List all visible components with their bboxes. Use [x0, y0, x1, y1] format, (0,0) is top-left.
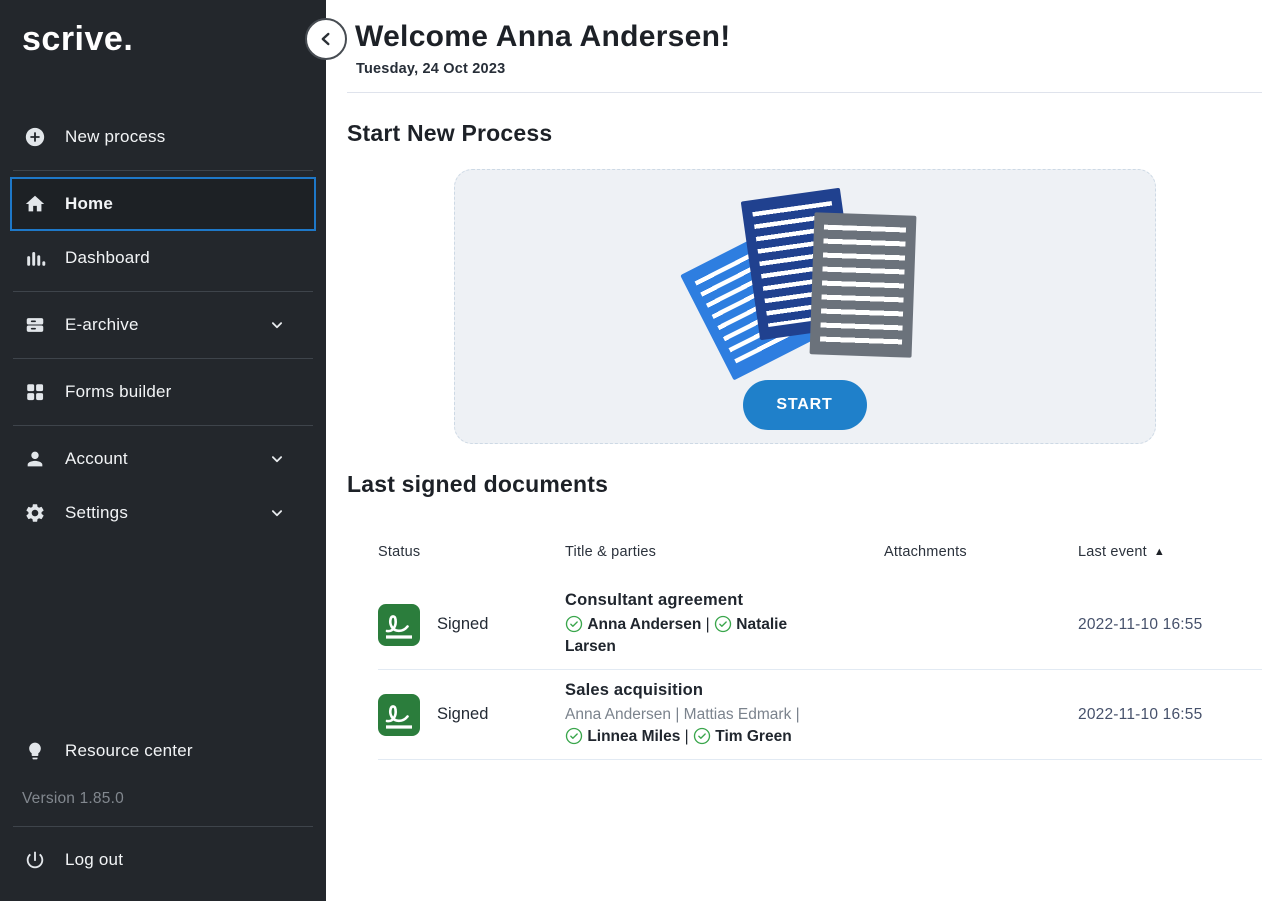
check-circle-icon: [693, 728, 711, 745]
chevron-left-icon: [315, 28, 337, 50]
page-title: Welcome Anna Andersen!: [355, 19, 1262, 55]
sort-asc-icon: ▲: [1154, 546, 1165, 558]
grid-icon: [24, 381, 46, 403]
party-separator: |: [791, 706, 799, 723]
header-divider: [347, 92, 1262, 93]
parties-list: Anna Andersen | Mattias Edmark | Linnea …: [565, 704, 821, 748]
sidebar-divider: [13, 425, 313, 426]
sidebar-divider: [13, 170, 313, 171]
app-window: scrive. New process Home Dashboard E-arc…: [0, 0, 1280, 901]
resource-center-label: Resource center: [65, 741, 193, 761]
version-text: Version 1.85.0: [0, 778, 326, 820]
last-signed-documents-table: Status Title & parties Attachments Last …: [347, 544, 1262, 760]
signed-signature-icon: [378, 604, 420, 646]
sidebar-item-resource-center[interactable]: Resource center: [0, 724, 326, 778]
column-header-title-parties: Title & parties: [565, 544, 884, 560]
column-header-last-event[interactable]: Last event ▲: [1078, 544, 1262, 560]
sidebar-item-logout[interactable]: Log out: [0, 833, 326, 887]
gear-icon: [24, 502, 46, 524]
main-content: Welcome Anna Andersen! Tuesday, 24 Oct 2…: [326, 0, 1280, 901]
scrive-logo: scrive.: [0, 0, 326, 60]
table-body: Signed Consultant agreement Anna Anderse…: [378, 580, 1262, 760]
party-separator: |: [671, 706, 684, 723]
status-label: Signed: [437, 615, 488, 634]
column-header-status: Status: [378, 544, 565, 560]
user-icon: [24, 448, 46, 470]
party-name: Linnea Miles: [587, 728, 680, 745]
sidebar-item-settings[interactable]: Settings: [0, 486, 326, 540]
parties-list: Anna Andersen | Natalie Larsen: [565, 614, 821, 658]
sidebar-item-forms-builder[interactable]: Forms builder: [0, 365, 326, 419]
title-parties-cell: Consultant agreement Anna Andersen | Nat…: [565, 591, 884, 658]
signed-signature-icon: [378, 694, 420, 736]
title-parties-cell: Sales acquisition Anna Andersen | Mattia…: [565, 681, 884, 748]
gray-document-graphic: [809, 212, 916, 357]
sidebar-footer: Resource center Version 1.85.0 Log out: [0, 724, 326, 901]
sidebar: scrive. New process Home Dashboard E-arc…: [0, 0, 326, 901]
start-button[interactable]: START: [743, 380, 867, 430]
collapse-sidebar-button[interactable]: [305, 18, 347, 60]
status-cell: Signed: [378, 694, 565, 736]
sidebar-divider: [13, 826, 313, 827]
documents-section-title: Last signed documents: [347, 471, 1262, 498]
check-circle-icon: [565, 728, 583, 745]
party-name: Anna Andersen: [565, 706, 671, 723]
chevron-down-icon: [268, 504, 286, 522]
power-icon: [24, 849, 46, 871]
plus-circle-icon: [24, 126, 46, 148]
home-icon: [24, 193, 46, 215]
status-cell: Signed: [378, 604, 565, 646]
sidebar-nav: New process Home Dashboard E-archive For…: [0, 110, 326, 540]
sidebar-divider: [13, 291, 313, 292]
party-name: Tim Green: [715, 728, 791, 745]
check-circle-icon: [565, 616, 583, 633]
document-row[interactable]: Signed Consultant agreement Anna Anderse…: [378, 580, 1262, 670]
document-title: Consultant agreement: [565, 591, 884, 610]
sidebar-item-e-archive[interactable]: E-archive: [0, 298, 326, 352]
logout-label: Log out: [65, 850, 123, 870]
status-label: Signed: [437, 705, 488, 724]
archive-icon: [24, 314, 46, 336]
documents-illustration: [680, 186, 930, 372]
column-header-attachments: Attachments: [884, 544, 1078, 560]
check-circle-icon: [714, 616, 732, 633]
last-event-date: 2022-11-10 16:55: [1078, 706, 1262, 724]
start-new-process-panel: START: [454, 169, 1156, 444]
current-date: Tuesday, 24 Oct 2023: [356, 61, 1262, 77]
bar-chart-icon: [24, 247, 46, 269]
party-name: Anna Andersen: [587, 616, 701, 633]
sidebar-item-account[interactable]: Account: [0, 432, 326, 486]
lightbulb-icon: [24, 740, 46, 762]
last-event-date: 2022-11-10 16:55: [1078, 616, 1262, 634]
table-header-row: Status Title & parties Attachments Last …: [378, 544, 1262, 580]
sidebar-item-home[interactable]: Home: [10, 177, 316, 231]
party-separator: |: [680, 728, 693, 745]
document-title: Sales acquisition: [565, 681, 884, 700]
party-separator: |: [701, 616, 714, 633]
chevron-down-icon: [268, 316, 286, 334]
sidebar-item-new-process[interactable]: New process: [0, 110, 326, 164]
sidebar-item-dashboard[interactable]: Dashboard: [0, 231, 326, 285]
document-row[interactable]: Signed Sales acquisition Anna Andersen |…: [378, 670, 1262, 760]
chevron-down-icon: [268, 450, 286, 468]
party-name: Mattias Edmark: [684, 706, 792, 723]
start-section-title: Start New Process: [347, 120, 1262, 147]
sidebar-divider: [13, 358, 313, 359]
